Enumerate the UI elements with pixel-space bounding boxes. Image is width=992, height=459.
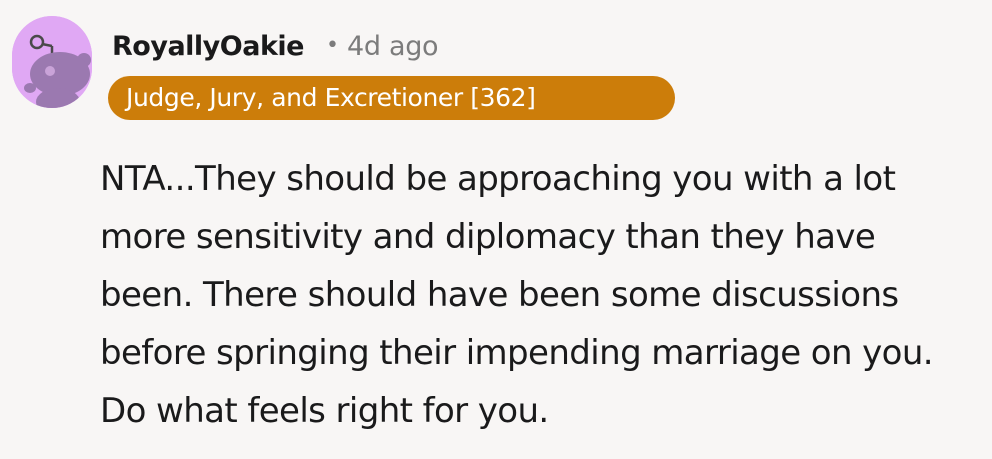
- comment: RoyallyOakie • 4d ago Judge, Jury, and E…: [0, 0, 992, 459]
- username-link[interactable]: RoyallyOakie: [112, 31, 304, 62]
- user-avatar[interactable]: [12, 16, 92, 108]
- user-flair-badge: Judge, Jury, and Excretioner [362]: [108, 76, 675, 120]
- comment-body: NTA...They should be approaching you wit…: [100, 159, 934, 431]
- snoo-avatar-icon: [12, 16, 92, 108]
- separator-dot: •: [325, 32, 339, 58]
- comment-timestamp[interactable]: 4d ago: [347, 31, 439, 62]
- comment-header: RoyallyOakie • 4d ago: [112, 24, 439, 68]
